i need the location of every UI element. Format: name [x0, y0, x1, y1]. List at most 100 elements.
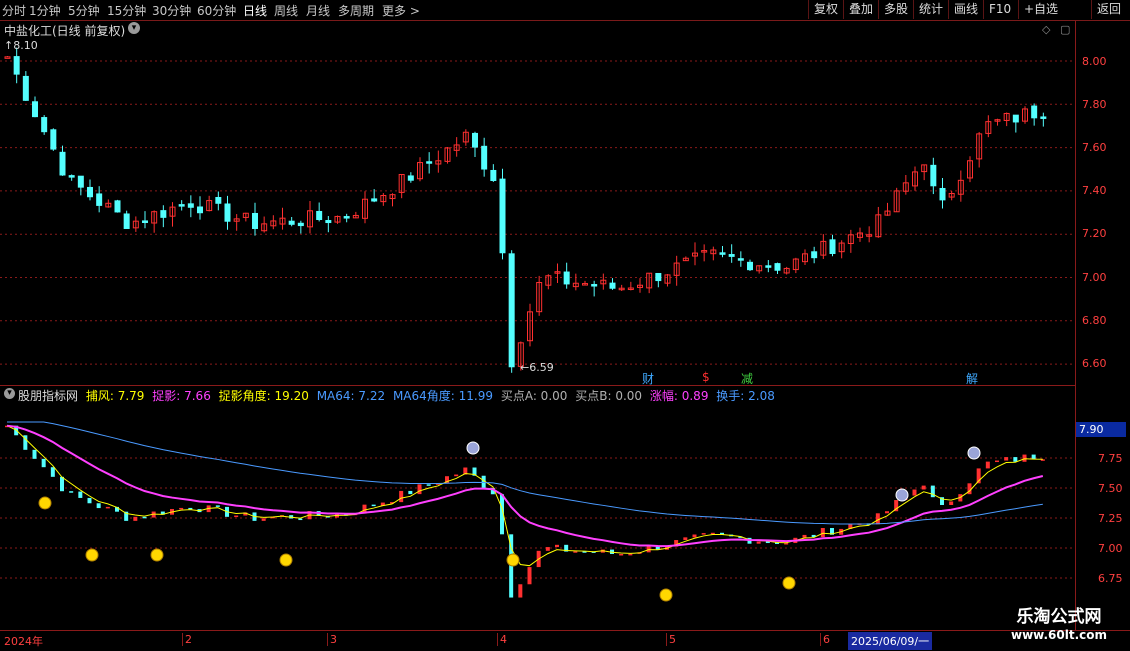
kline-panel[interactable]: 中盐化工(日线 前复权) ▾ ◇ ▢ ↑8.10 ←6.59 财 $ 减 解 — [0, 21, 1075, 386]
smiley-icon — [782, 576, 796, 590]
candle-body — [939, 187, 946, 201]
candle-body — [747, 261, 753, 271]
time-tick: 5 — [666, 633, 676, 646]
multi-stock-button[interactable]: 多股 — [878, 0, 913, 19]
candle-body — [490, 169, 497, 181]
indicator-bar — [454, 474, 459, 477]
candle-body — [178, 204, 185, 207]
candle-body — [765, 265, 772, 268]
cursor-date-badge: 2025/06/09/一 — [848, 632, 933, 650]
indicator-bar — [820, 528, 825, 538]
price-tick: 6.60 — [1082, 357, 1107, 370]
indicator-bar — [41, 458, 46, 468]
candle-body — [655, 272, 662, 282]
legend-turnover: 换手: 2.08 — [716, 389, 775, 403]
ind-tick: 7.75 — [1098, 452, 1123, 465]
candle-body — [68, 175, 75, 178]
candle-body — [142, 220, 148, 223]
indicator-bar — [784, 543, 789, 545]
price-tick: 7.40 — [1082, 184, 1107, 197]
event-marker-dividend[interactable]: $ — [702, 370, 710, 384]
candle-body — [197, 206, 203, 214]
sad-face-icon — [895, 488, 909, 502]
candle-body — [4, 56, 11, 59]
stats-button[interactable]: 统计 — [913, 0, 948, 19]
candle-body — [96, 193, 103, 206]
tab-1min[interactable]: 1分钟 — [29, 2, 61, 19]
tab-weekly[interactable]: 周线 — [274, 2, 298, 19]
indicator-bar — [995, 460, 999, 463]
sad-face-icon — [967, 446, 981, 460]
indicator-bar — [646, 545, 651, 553]
tab-60min[interactable]: 60分钟 — [197, 2, 236, 19]
tab-15min[interactable]: 15分钟 — [107, 2, 146, 19]
ind-tick: 6.75 — [1098, 572, 1123, 585]
indicator-bar — [619, 553, 624, 556]
candle-body — [591, 284, 598, 287]
add-favorite-button[interactable]: +自选 — [1018, 0, 1063, 19]
candle-body — [499, 178, 506, 254]
candle-body — [252, 212, 258, 229]
indicator-menu-icon[interactable]: ▾ — [4, 388, 15, 399]
price-tick: 8.00 — [1082, 55, 1107, 68]
legend-buy-a: 买点A: 0.00 — [500, 389, 568, 403]
indicator-legend: 股朋指标网 捕风: 7.79 捉影: 7.66 捉影角度: 19.20 MA64… — [18, 387, 775, 404]
candle-body — [508, 253, 515, 368]
candle-body — [829, 239, 836, 255]
indicator-bar — [408, 490, 413, 495]
candle-body — [13, 56, 20, 75]
tab-multi-period[interactable]: 多周期 — [338, 2, 374, 19]
indicator-bar — [32, 449, 37, 459]
tab-5min[interactable]: 5分钟 — [68, 2, 100, 19]
candle-body — [114, 200, 121, 213]
smiley-icon — [85, 548, 99, 562]
indicator-bar — [756, 541, 761, 544]
tab-30min[interactable]: 30分钟 — [152, 2, 191, 19]
legend-ma64-angle: MA64角度: 11.99 — [392, 389, 493, 403]
overlay-button[interactable]: 叠加 — [843, 0, 878, 19]
f10-button[interactable]: F10 — [983, 0, 1016, 19]
indicator-panel[interactable]: ▾ 股朋指标网 捕风: 7.79 捉影: 7.66 捉影角度: 19.20 MA… — [0, 385, 1075, 630]
indicator-bar — [96, 503, 101, 509]
candle-body — [87, 186, 93, 198]
tab-fenshi[interactable]: 分时 — [2, 2, 26, 19]
period-toolbar: 分时 1分钟 5分钟 15分钟 30分钟 60分钟 日线 周线 月线 多周期 更… — [0, 0, 1130, 21]
price-tick: 7.00 — [1082, 271, 1107, 284]
sad-face-icon — [466, 441, 480, 455]
tab-monthly[interactable]: 月线 — [306, 2, 330, 19]
back-button[interactable]: 返回 — [1091, 0, 1126, 19]
candle-body — [1040, 116, 1047, 119]
indicator-bar — [399, 490, 404, 503]
draw-line-button[interactable]: 画线 — [948, 0, 983, 19]
indicator-bar — [518, 584, 523, 598]
time-tick: 2 — [182, 633, 192, 646]
candle-body — [325, 220, 332, 224]
indicator-bar — [701, 533, 706, 535]
legend-zhuoying: 捉影: 7.66 — [152, 389, 211, 403]
indicator-bar — [426, 484, 431, 486]
time-tick: 6 — [820, 633, 830, 646]
indicator-bar — [949, 501, 954, 505]
candle-body — [1031, 105, 1038, 119]
candle-body — [719, 252, 726, 255]
candle-body — [407, 175, 414, 181]
candle-body — [288, 220, 295, 225]
indicator-bar — [234, 515, 239, 518]
indicator-bar — [692, 534, 697, 538]
low-price-label: ←6.59 — [520, 361, 554, 374]
candle-body — [426, 161, 433, 164]
fuquan-button[interactable]: 复权 — [808, 0, 843, 19]
candle-body — [563, 271, 570, 285]
watermark-url: www.60lt.com — [1010, 628, 1108, 642]
smiley-icon — [506, 553, 520, 567]
price-axis: 8.00 7.80 7.60 7.40 7.20 7.00 6.80 6.60 … — [1075, 21, 1130, 630]
candle-body — [41, 117, 48, 133]
ma64-line — [7, 421, 1043, 525]
smiley-icon — [150, 548, 164, 562]
tab-more[interactable]: 更多 > — [382, 2, 420, 19]
price-tick: 7.60 — [1082, 141, 1107, 154]
smiley-icon — [659, 588, 673, 602]
tab-daily[interactable]: 日线 — [243, 2, 267, 19]
indicator-bar — [573, 551, 578, 553]
candle-body — [737, 258, 744, 261]
